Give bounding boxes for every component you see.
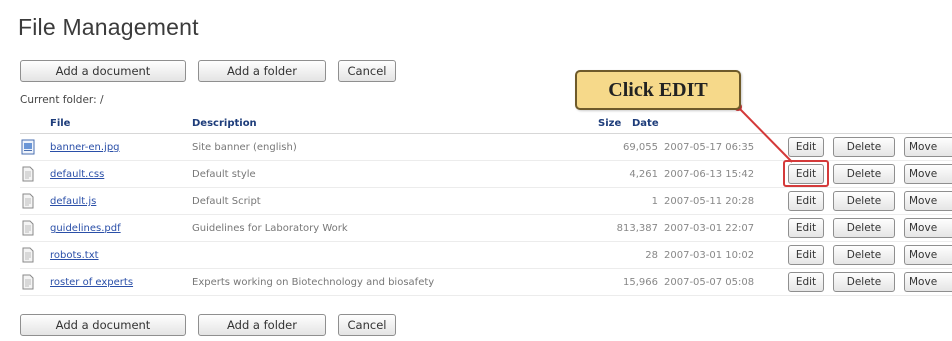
file-date: 2007-05-17 06:35 bbox=[664, 142, 755, 153]
file-description: Default Script bbox=[192, 196, 261, 207]
file-link[interactable]: roster of experts bbox=[50, 277, 133, 288]
file-size: 1 bbox=[651, 196, 658, 207]
file-description: Experts working on Biotechnology and bio… bbox=[192, 277, 435, 288]
file-description: Guidelines for Laboratory Work bbox=[192, 223, 348, 234]
delete-button[interactable]: Delete bbox=[833, 245, 895, 265]
document-file-icon bbox=[22, 274, 34, 290]
table-row: guidelines.pdf Guidelines for Laboratory… bbox=[20, 215, 952, 242]
add-folder-button-bottom[interactable]: Add a folder bbox=[198, 314, 326, 336]
file-size: 15,966 bbox=[623, 277, 658, 288]
file-description: Default style bbox=[192, 169, 256, 180]
cancel-button[interactable]: Cancel bbox=[338, 60, 396, 82]
delete-button[interactable]: Delete bbox=[833, 218, 895, 238]
file-date: 2007-06-13 15:42 bbox=[664, 169, 755, 180]
top-toolbar: Add a document Add a folder Cancel bbox=[20, 60, 396, 84]
column-header-date[interactable]: Date bbox=[632, 118, 659, 129]
column-header-file[interactable]: File bbox=[50, 118, 70, 129]
file-size: 4,261 bbox=[629, 169, 658, 180]
document-file-icon bbox=[22, 193, 34, 209]
file-date: 2007-05-07 05:08 bbox=[664, 277, 755, 288]
image-file-icon bbox=[21, 139, 35, 155]
delete-button[interactable]: Delete bbox=[833, 164, 895, 184]
bottom-toolbar: Add a document Add a folder Cancel bbox=[20, 314, 396, 338]
table-row: banner-en.jpg Site banner (english) 69,0… bbox=[20, 134, 952, 161]
file-description: Site banner (english) bbox=[192, 142, 297, 153]
add-folder-button[interactable]: Add a folder bbox=[198, 60, 326, 82]
table-row: robots.txt 28 2007-03-01 10:02 Edit Dele… bbox=[20, 242, 952, 269]
file-link[interactable]: default.css bbox=[50, 169, 104, 180]
delete-button[interactable]: Delete bbox=[833, 272, 895, 292]
column-header-description[interactable]: Description bbox=[192, 118, 257, 129]
document-file-icon bbox=[22, 166, 34, 182]
move-button[interactable]: Move bbox=[904, 272, 952, 292]
move-button[interactable]: Move bbox=[904, 137, 952, 157]
move-button[interactable]: Move bbox=[904, 164, 952, 184]
file-size: 69,055 bbox=[623, 142, 658, 153]
file-date: 2007-03-01 22:07 bbox=[664, 223, 755, 234]
edit-button[interactable]: Edit bbox=[788, 218, 824, 238]
table-header: File Description Size Date bbox=[20, 116, 952, 134]
edit-button[interactable]: Edit bbox=[788, 191, 824, 211]
click-edit-callout: Click EDIT bbox=[575, 70, 741, 110]
cancel-button-bottom[interactable]: Cancel bbox=[338, 314, 396, 336]
document-file-icon bbox=[22, 220, 34, 236]
callout-text: Click EDIT bbox=[608, 78, 708, 101]
file-size: 813,387 bbox=[616, 223, 658, 234]
file-date: 2007-03-01 10:02 bbox=[664, 250, 755, 261]
column-header-size[interactable]: Size bbox=[598, 118, 621, 129]
file-link[interactable]: guidelines.pdf bbox=[50, 223, 121, 234]
page-title: File Management bbox=[18, 14, 199, 40]
move-button[interactable]: Move bbox=[904, 245, 952, 265]
table-row: default.js Default Script 1 2007-05-11 2… bbox=[20, 188, 952, 215]
move-button[interactable]: Move bbox=[904, 218, 952, 238]
edit-highlight-box bbox=[783, 160, 829, 187]
file-link[interactable]: default.js bbox=[50, 196, 96, 207]
add-document-button[interactable]: Add a document bbox=[20, 60, 186, 82]
file-link[interactable]: banner-en.jpg bbox=[50, 142, 120, 153]
document-file-icon bbox=[22, 247, 34, 263]
edit-button[interactable]: Edit bbox=[788, 245, 824, 265]
file-size: 28 bbox=[645, 250, 658, 261]
edit-button[interactable]: Edit bbox=[788, 137, 824, 157]
file-date: 2007-05-11 20:28 bbox=[664, 196, 755, 207]
add-document-button-bottom[interactable]: Add a document bbox=[20, 314, 186, 336]
delete-button[interactable]: Delete bbox=[833, 191, 895, 211]
current-folder-label: Current folder: / bbox=[20, 94, 104, 106]
move-button[interactable]: Move bbox=[904, 191, 952, 211]
edit-button[interactable]: Edit bbox=[788, 272, 824, 292]
table-row: roster of experts Experts working on Bio… bbox=[20, 269, 952, 296]
file-link[interactable]: robots.txt bbox=[50, 250, 99, 261]
file-table: banner-en.jpg Site banner (english) 69,0… bbox=[20, 134, 952, 296]
delete-button[interactable]: Delete bbox=[833, 137, 895, 157]
